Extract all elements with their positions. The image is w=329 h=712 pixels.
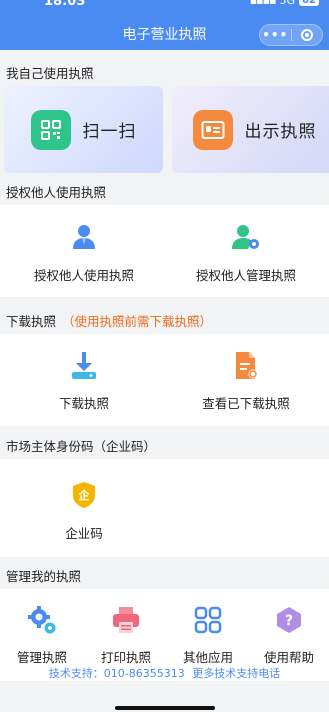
other-apps-button[interactable]: 其他应用 — [170, 605, 246, 666]
authorize-manage-label: 授权他人管理执照 — [195, 268, 296, 283]
person-gear-icon — [232, 225, 259, 249]
grid-apps-icon — [194, 606, 222, 634]
network-label: 5G — [279, 0, 296, 7]
enterprise-code-button[interactable]: 企 企业码 — [14, 481, 154, 542]
help-label: 使用帮助 — [263, 650, 314, 665]
badge-glyph: 企 — [78, 488, 91, 502]
download-panel: 下载执照 查看已下载执照 — [0, 334, 329, 426]
status-time: 18:03 — [44, 0, 86, 9]
badge-icon: 企 — [73, 482, 95, 508]
svg-text:?: ? — [285, 613, 293, 629]
authorize-panel: 授权他人使用执照 授权他人管理执照 — [0, 205, 329, 297]
battery-icon: 82 — [299, 0, 319, 6]
section-title-mine: 我自己使用执照 — [6, 66, 94, 81]
authorize-use-label: 授权他人使用执照 — [33, 268, 134, 283]
enterprise-code-label: 企业码 — [65, 526, 103, 541]
download-icon — [72, 352, 96, 379]
print-license-button[interactable]: 打印执照 — [88, 605, 164, 666]
top-nav-bar: 18:03 ▪▪▪▪ 5G 82 电子营业执照 ••• — [0, 0, 329, 50]
view-downloaded-label: 查看已下载执照 — [202, 396, 290, 411]
section-title-authorize: 授权他人使用执照 — [6, 185, 107, 200]
view-downloaded-button[interactable]: 查看已下载执照 — [176, 351, 316, 412]
section-title-download: 下载执照 （使用执照前需下载执照） — [6, 311, 212, 330]
support-footer: 技术支持：010-86355313 更多技术支持电话 — [0, 665, 329, 681]
printer-icon — [113, 607, 139, 633]
show-license-button[interactable]: 出示执照 — [172, 86, 329, 173]
other-apps-label: 其他应用 — [182, 650, 233, 665]
code-panel: 企 企业码 — [0, 459, 329, 557]
qr-code-icon — [30, 109, 71, 150]
scan-label: 扫一扫 — [82, 122, 137, 142]
manage-license-label: 管理执照 — [16, 650, 67, 665]
section-title-code: 市场主体身份码（企业码） — [6, 439, 157, 454]
show-license-label: 出示执照 — [244, 122, 317, 142]
scan-button[interactable]: 扫一扫 — [4, 86, 163, 173]
help-button[interactable]: ? 使用帮助 — [251, 605, 327, 666]
download-license-label: 下载执照 — [58, 396, 109, 411]
status-indicators: ▪▪▪▪ 5G 82 — [250, 0, 319, 7]
section-title-manage: 管理我的执照 — [6, 569, 82, 584]
home-indicator — [115, 706, 215, 710]
authorize-manage-button[interactable]: 授权他人管理执照 — [176, 223, 316, 284]
person-icon — [73, 225, 95, 249]
download-license-button[interactable]: 下载执照 — [14, 351, 154, 412]
authorize-use-button[interactable]: 授权他人使用执照 — [14, 223, 154, 284]
download-title-text: 下载执照 — [6, 314, 57, 329]
license-card-icon — [192, 109, 233, 150]
support-phone-link[interactable]: 技术支持：010-86355313 — [49, 667, 185, 680]
more-dots-icon[interactable]: ••• — [260, 28, 291, 42]
target-icon — [300, 29, 313, 41]
close-target-button[interactable] — [291, 29, 322, 41]
manage-license-button[interactable]: 管理执照 — [4, 605, 80, 666]
signal-icon: ▪▪▪▪ — [249, 0, 277, 7]
document-view-icon — [236, 352, 258, 379]
mini-program-capsule: ••• — [259, 24, 323, 46]
gear-icon — [28, 606, 56, 634]
print-license-label: 打印执照 — [100, 650, 151, 665]
download-note: （使用执照前需下载执照） — [62, 314, 213, 329]
help-icon: ? — [277, 607, 301, 633]
more-support-link[interactable]: 更多技术支持电话 — [192, 667, 280, 680]
